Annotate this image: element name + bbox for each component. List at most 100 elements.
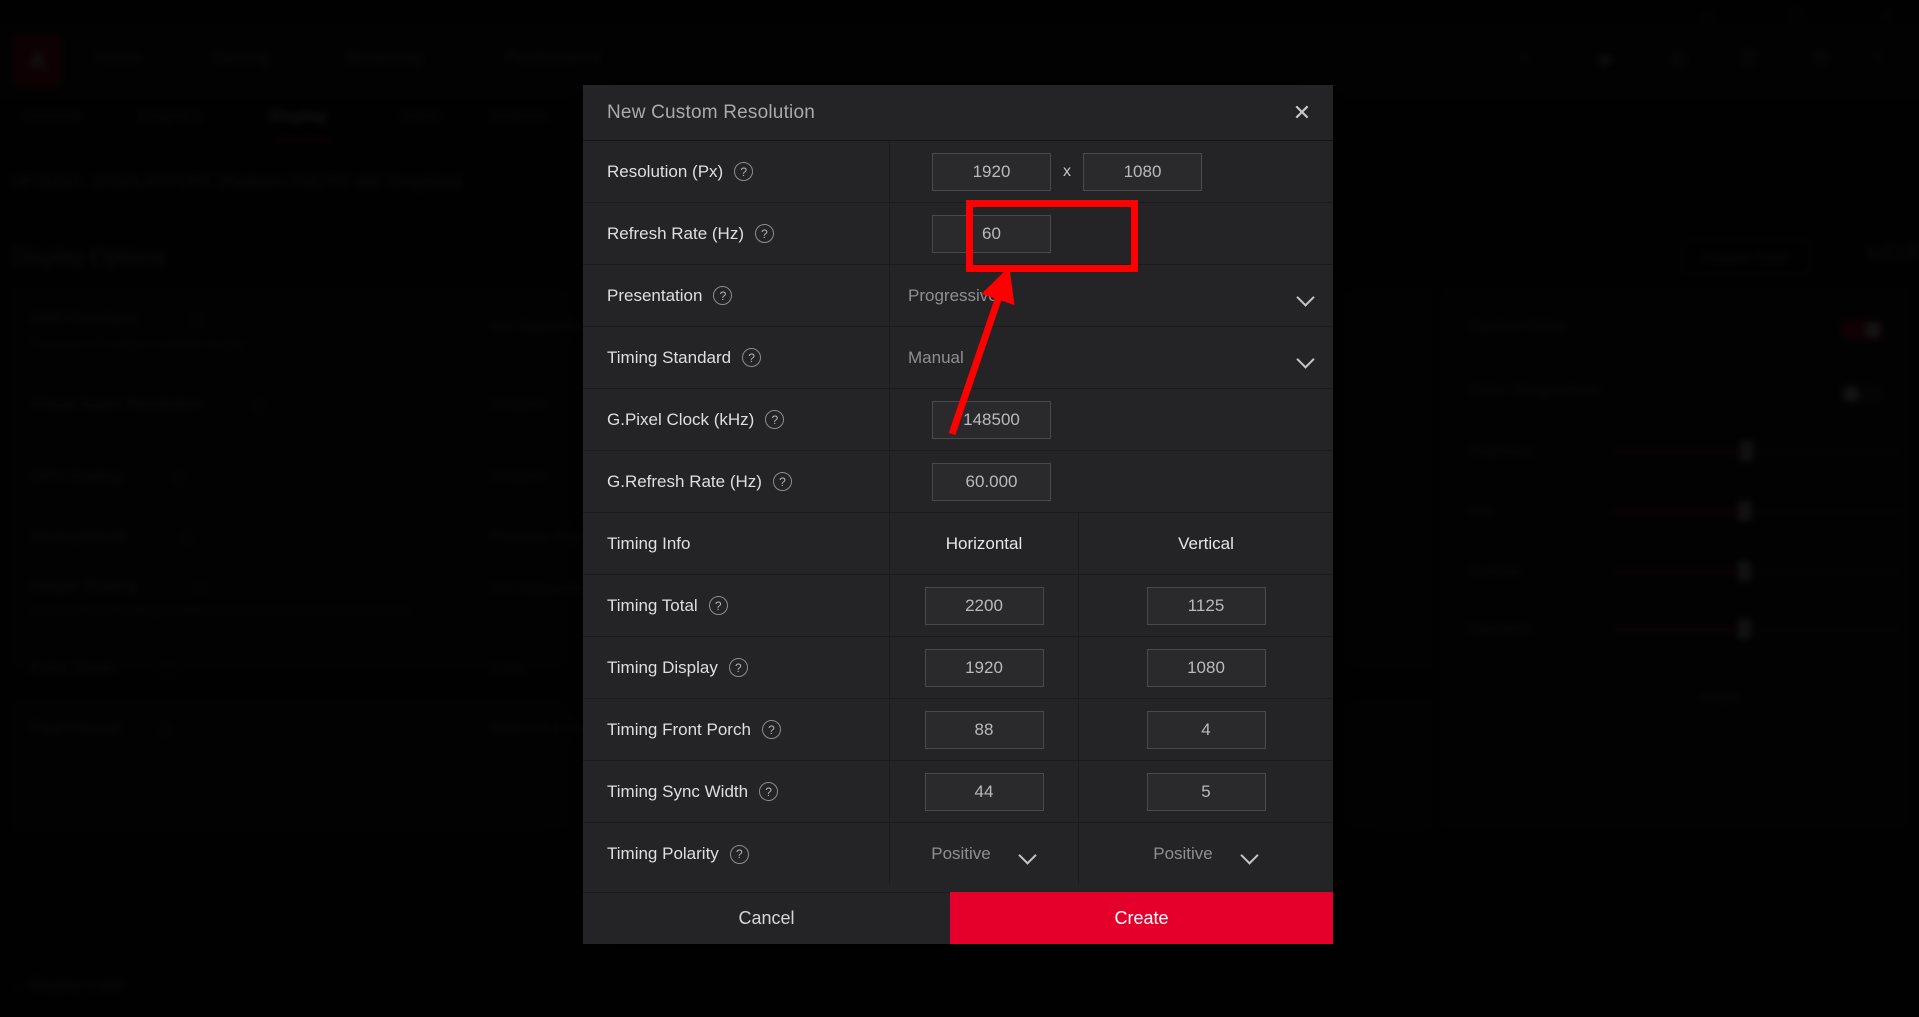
row-value-integer-scaling: Not Supported [490,580,587,597]
vertical-cell: 1080 [1079,637,1333,698]
window-maximize-button[interactable]: ▢ [1790,6,1804,24]
timing-polarity-vertical-value: Positive [1153,844,1213,864]
timing-display-vertical-input[interactable]: 1080 [1147,649,1266,687]
column-header-vertical: Vertical [1178,534,1234,554]
resolution-height-input[interactable]: 1080 [1083,153,1202,191]
slider-label-contrast: Contrast [1468,562,1521,578]
slider-label-brightness: Brightness [1468,442,1534,458]
slider-knob-saturation[interactable] [1738,619,1751,639]
timing-sync-width-horizontal-input[interactable]: 44 [925,773,1044,811]
row-timing-polarity: Timing Polarity ? Positive Positive [583,823,1333,885]
help-icon-vsr[interactable]: ? [250,398,266,414]
presentation-dropdown[interactable]: Progressive [890,265,1333,326]
help-icon-resolution[interactable]: ? [734,162,753,181]
g-pixel-clock-input[interactable]: 148500 [932,401,1051,439]
row-label-pixel-format: Pixel Format [30,720,120,738]
horizontal-cell: Positive [890,823,1079,885]
help-icon-timing-polarity[interactable]: ? [730,845,749,864]
g-refresh-rate-input[interactable]: 60.000 [932,463,1051,501]
help-icon-timing-sync-width[interactable]: ? [759,782,778,801]
timing-polarity-vertical-dropdown[interactable]: Positive [1153,823,1259,885]
row-label-cell: Timing Total ? [583,575,890,636]
row-value-cell: 1920 x 1080 [890,141,1333,202]
social-icon[interactable]: ☰ [1740,46,1758,71]
row-label-cell: Timing Polarity ? [583,823,890,885]
dialog-header: New Custom Resolution ✕ [583,85,1333,141]
help-icon-g-pixel-clock[interactable]: ? [765,410,784,429]
window-close-button[interactable]: ✕ [1880,6,1893,24]
vertical-cell: 5 [1079,761,1333,822]
subtab-display[interactable]: Display [270,108,327,126]
nav-performance[interactable]: Performance [505,48,602,68]
column-header-vertical-cell: Vertical [1079,513,1333,574]
help-icon-freesync[interactable]: ? [190,312,206,328]
row-label-cell: Timing Info [583,513,890,574]
profile-icon[interactable]: ○ [1872,46,1884,69]
display-color-footer[interactable]: ⌄ Display Color [12,975,125,995]
chevron-down-icon [1241,849,1259,859]
help-icon-presentation[interactable]: ? [713,286,732,305]
media-icon[interactable]: ▶ [1600,46,1615,71]
slider-knob-brightness[interactable] [1740,441,1753,461]
nav-streaming[interactable]: Streaming [345,48,422,68]
help-icon-g-refresh-rate[interactable]: ? [773,472,792,491]
color-temperature-toggle[interactable] [1840,384,1884,404]
device-title: HP E243 - DISPLAYPORT (Radeon (TM) RX 48… [12,172,462,192]
help-icon-gpu-scaling[interactable]: ? [170,470,186,486]
help-icon-timing-total[interactable]: ? [709,596,728,615]
timing-front-porch-horizontal-input[interactable]: 88 [925,711,1044,749]
row-label-virtual-super-resolution: Virtual Super Resolution [30,396,202,414]
row-value-virtual-super-resolution: Disabled [490,396,548,413]
timing-front-porch-vertical-input[interactable]: 4 [1147,711,1266,749]
help-icon-pixel-format[interactable]: ? [158,722,174,738]
subtab-general[interactable]: General [24,108,81,126]
help-icon-refresh-rate[interactable]: ? [755,224,774,243]
timing-display-horizontal-input[interactable]: 1920 [925,649,1044,687]
nav-gaming[interactable]: Gaming [210,48,270,68]
slider-fill-hue [1612,510,1744,513]
vertical-cell: 1125 [1079,575,1333,636]
capture-icon[interactable]: ◎ [1670,46,1687,71]
new-custom-resolution-dialog: New Custom Resolution ✕ Resolution (Px) … [583,85,1333,944]
custom-color-button[interactable]: Custom Color [1682,240,1810,274]
close-icon[interactable]: ✕ [1285,96,1319,130]
timing-sync-width-vertical-input[interactable]: 5 [1147,773,1266,811]
help-icon-timing-front-porch[interactable]: ? [762,720,781,739]
timing-polarity-horizontal-dropdown[interactable]: Positive [931,823,1037,885]
custom-color-toggle[interactable] [1840,320,1884,340]
row-timing-total: Timing Total ? 2200 1125 [583,575,1333,637]
horizontal-cell: 2200 [890,575,1079,636]
reset-button[interactable]: Reset [1660,680,1780,714]
row-timing-sync-width: Timing Sync Width ? 44 5 [583,761,1333,823]
timing-standard-dropdown[interactable]: Manual [890,327,1333,388]
horizontal-cell: 88 [890,699,1079,760]
subtab-hotkeys[interactable]: Hotkeys [490,108,548,126]
slider-knob-contrast[interactable] [1738,561,1751,581]
row-label-gpu-scaling: GPU Scaling [30,468,122,486]
row-label: G.Refresh Rate (Hz) [607,472,762,492]
column-header-horizontal: Horizontal [946,534,1023,554]
timing-total-horizontal-input[interactable]: 2200 [925,587,1044,625]
slider-knob-hue[interactable] [1738,501,1751,521]
subtab-graphics[interactable]: Graphics [138,108,202,126]
help-icon-color-depth[interactable]: ? [160,662,176,678]
search-field[interactable] [1120,46,1300,70]
timing-total-vertical-input[interactable]: 1125 [1147,587,1266,625]
row-label-cell: Refresh Rate (Hz) ? [583,203,890,264]
resolution-width-input[interactable]: 1920 [932,153,1051,191]
search-icon[interactable]: ⌕ [1520,46,1531,69]
help-icon-timing-standard[interactable]: ? [742,348,761,367]
help-icon-scaling-mode[interactable]: ? [178,530,194,546]
refresh-rate-input[interactable]: 60 [932,215,1051,253]
nav-home[interactable]: Home [96,48,141,68]
help-icon-integer-scaling[interactable]: ? [192,580,208,596]
create-button[interactable]: Create [950,892,1333,944]
expand-icon[interactable]: \u2197 [1866,242,1919,265]
row-label: G.Pixel Clock (kHz) [607,410,754,430]
help-icon-timing-display[interactable]: ? [729,658,748,677]
cancel-button[interactable]: Cancel [583,892,950,944]
dialog-footer: Cancel Create [583,892,1333,944]
window-minimize-button[interactable]: — [1700,6,1715,23]
subtab-video[interactable]: Video [400,108,441,126]
settings-icon[interactable]: ⚙ [1812,46,1830,71]
